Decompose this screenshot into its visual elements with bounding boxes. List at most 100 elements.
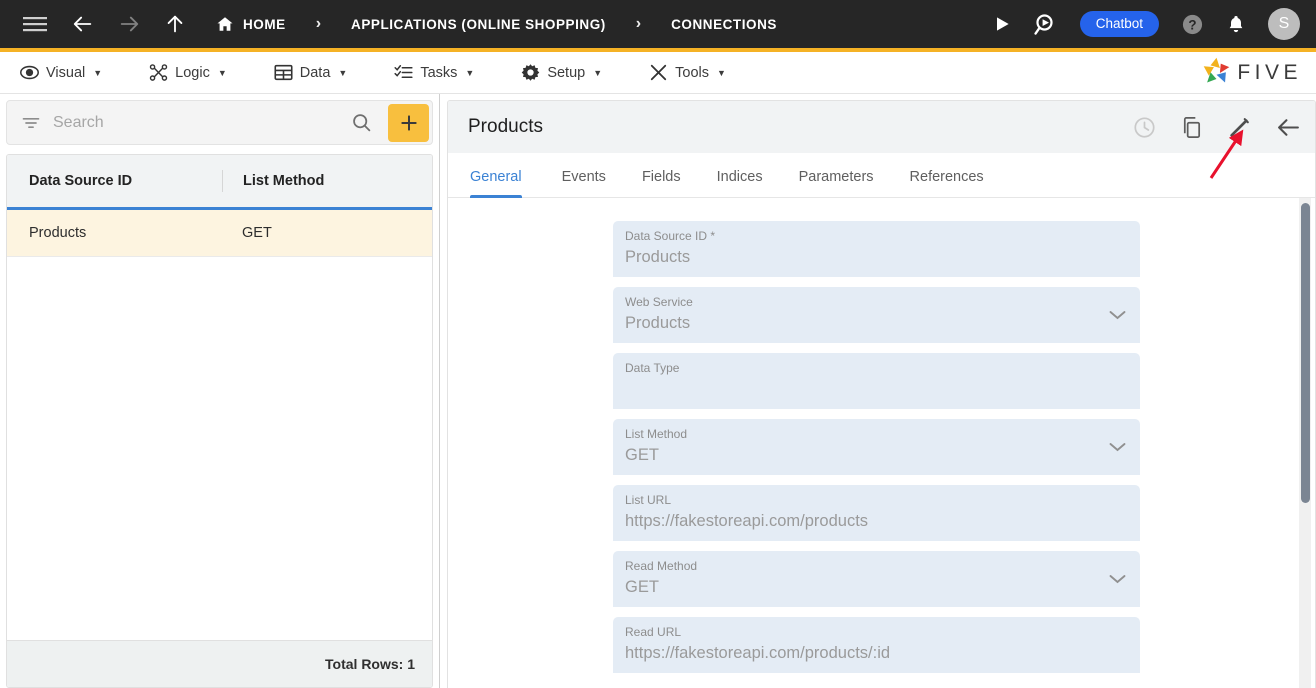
field-label: List URL [625, 493, 672, 507]
five-brand-text: FIVE [1237, 60, 1302, 84]
tab-indices[interactable]: Indices [699, 169, 781, 197]
table-row[interactable]: Products GET [7, 210, 432, 257]
field-value: GET [625, 446, 659, 464]
cell-data-source-id: Products [29, 225, 87, 241]
field-data-type[interactable]: Data Type [613, 353, 1140, 409]
chevron-down-icon: ▼ [593, 67, 603, 78]
chevron-down-icon[interactable] [1109, 571, 1126, 584]
bell-icon[interactable] [1226, 13, 1246, 35]
avatar[interactable]: S [1268, 8, 1300, 40]
field-read-method[interactable]: Read Method GET [613, 551, 1140, 607]
field-read-url[interactable]: Read URL https://fakestoreapi.com/produc… [613, 617, 1140, 673]
field-data-source-id[interactable]: Data Source ID * Products [613, 221, 1140, 277]
field-label: List Method [625, 427, 688, 441]
tab-parameters[interactable]: Parameters [781, 169, 892, 197]
breadcrumb-item-connections: CONNECTIONS [671, 16, 777, 32]
field-label: Web Service [625, 295, 693, 309]
chevron-down-icon[interactable] [1109, 439, 1126, 452]
breadcrumb-separator: › [635, 15, 642, 32]
menu-item-label: Logic [175, 64, 210, 81]
add-record-button[interactable] [388, 103, 429, 142]
tab-general[interactable]: General [470, 169, 540, 198]
run-icon[interactable] [992, 14, 1012, 34]
top-navigation-bar: HOME › APPLICATIONS (ONLINE SHOPPING) › … [0, 0, 1316, 52]
table-header-row: Data Source ID List Method [7, 155, 432, 210]
breadcrumb-item-home[interactable]: HOME [243, 17, 286, 32]
scrollbar-thumb[interactable] [1301, 203, 1310, 503]
page-title: Products [468, 116, 543, 137]
menu-item-tools[interactable]: Tools ▼ [649, 63, 726, 82]
filter-icon[interactable] [21, 113, 41, 133]
menu-item-label: Setup [547, 64, 586, 81]
field-value: Products [625, 248, 691, 266]
field-label: Read Method [625, 559, 698, 573]
menu-item-data[interactable]: Data ▼ [274, 63, 348, 82]
menu-item-label: Visual [46, 64, 86, 81]
menu-item-logic[interactable]: Logic ▼ [149, 63, 227, 82]
five-star-icon [1202, 56, 1231, 90]
detail-header: Products [448, 101, 1315, 153]
svg-text:?: ? [1188, 17, 1196, 32]
field-value: GET [625, 578, 659, 596]
close-back-arrow-icon[interactable] [1276, 115, 1301, 140]
data-sources-table: Data Source ID List Method Products GET … [6, 154, 433, 688]
up-arrow-icon[interactable] [164, 13, 186, 35]
help-icon[interactable]: ? [1181, 13, 1204, 36]
detail-tabs: General Events Fields Indices Parameters… [448, 153, 1315, 198]
hamburger-menu-icon[interactable] [22, 15, 48, 33]
five-brand-logo: FIVE [1202, 56, 1302, 90]
records-sidebar: Data Source ID List Method Products GET … [0, 94, 440, 688]
detail-header-actions [1133, 115, 1301, 140]
search-bar [6, 100, 433, 145]
search-icon[interactable] [351, 112, 372, 133]
tab-references[interactable]: References [892, 169, 1002, 197]
eye-icon [20, 63, 39, 82]
tools-icon [649, 63, 668, 82]
tab-fields[interactable]: Fields [624, 169, 699, 197]
total-rows-label: Total Rows: 1 [7, 640, 432, 687]
breadcrumb-separator: › [315, 15, 322, 32]
top-bar-actions: Chatbot ? S [970, 8, 1300, 40]
field-value: https://fakestoreapi.com/products [625, 512, 869, 530]
chevron-down-icon: ▼ [93, 67, 103, 78]
general-form: Data Source ID * Products Web Service Pr… [448, 198, 1315, 688]
home-icon[interactable] [216, 15, 234, 33]
chevron-down-icon: ▼ [338, 67, 348, 78]
field-value: https://fakestoreapi.com/products/:id [625, 644, 891, 662]
checklist-icon [394, 63, 413, 82]
tab-events[interactable]: Events [544, 169, 624, 197]
history-icon[interactable] [1133, 116, 1156, 139]
menu-item-visual[interactable]: Visual ▼ [20, 63, 102, 82]
edit-pencil-icon[interactable] [1227, 115, 1252, 140]
column-header-data-source-id[interactable]: Data Source ID [7, 173, 222, 189]
field-web-service[interactable]: Web Service Products [613, 287, 1140, 343]
chevron-down-icon: ▼ [217, 67, 227, 78]
detail-card: Products General Events Fields Indices P… [447, 100, 1316, 688]
forward-arrow-icon[interactable] [118, 13, 140, 35]
menu-item-tasks[interactable]: Tasks ▼ [394, 63, 474, 82]
breadcrumb-item-applications[interactable]: APPLICATIONS (ONLINE SHOPPING) [351, 17, 606, 32]
column-header-list-method[interactable]: List Method [222, 170, 432, 192]
chatbot-button[interactable]: Chatbot [1079, 10, 1159, 38]
gear-icon [521, 63, 540, 82]
table-body: Products GET [7, 210, 432, 640]
search-run-icon[interactable] [1034, 12, 1058, 36]
back-arrow-icon[interactable] [72, 13, 94, 35]
menu-item-setup[interactable]: Setup ▼ [521, 63, 602, 82]
chevron-down-icon: ▼ [465, 67, 475, 78]
cell-list-method: GET [242, 225, 272, 241]
chevron-down-icon[interactable] [1109, 307, 1126, 320]
copy-icon[interactable] [1180, 116, 1203, 139]
field-list-url[interactable]: List URL https://fakestoreapi.com/produc… [613, 485, 1140, 541]
field-value: Products [625, 314, 691, 332]
field-label: Read URL [625, 625, 682, 639]
field-list-method[interactable]: List Method GET [613, 419, 1140, 475]
logic-nodes-icon [149, 63, 168, 82]
search-input[interactable] [53, 113, 351, 132]
application-menu-bar: Visual ▼ Logic ▼ Data ▼ Tasks ▼ Setup ▼ … [0, 52, 1316, 94]
detail-panel: Products General Events Fields Indices P… [440, 94, 1316, 688]
vertical-scrollbar[interactable] [1299, 198, 1311, 688]
menu-item-label: Data [299, 64, 331, 81]
breadcrumb: HOME › APPLICATIONS (ONLINE SHOPPING) › … [216, 15, 777, 33]
field-label: Data Type [625, 361, 680, 375]
